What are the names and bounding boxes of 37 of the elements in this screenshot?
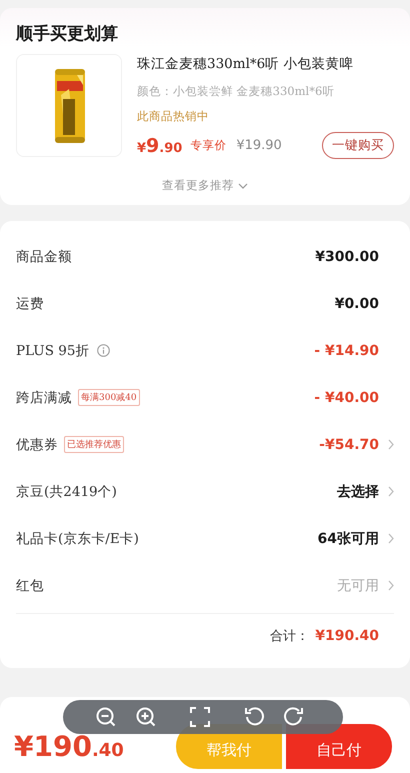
- promo-tag: 已选推荐优惠: [64, 436, 124, 453]
- total-label: 合计：: [270, 628, 310, 645]
- section-title: 顺手买更划算: [16, 23, 118, 45]
- product-spec: 颜色：小包装尝鲜 金麦穗330ml*6听: [137, 84, 336, 99]
- fee-label: 商品金额: [16, 248, 72, 266]
- fee-label: 优惠券: [16, 436, 58, 454]
- fee-value: ¥0.00: [334, 296, 379, 312]
- fee-label: 礼品卡(京东卡/E卡): [16, 530, 139, 548]
- fee-label: 京豆(共2419个): [16, 482, 117, 500]
- info-icon[interactable]: [97, 344, 110, 357]
- fullscreen-icon[interactable]: [189, 706, 211, 728]
- payable-amount: ¥190.40: [14, 730, 124, 763]
- more-recommendations-link[interactable]: 查看更多推荐: [162, 178, 234, 193]
- zoom-out-icon[interactable]: [95, 706, 117, 728]
- rotate-right-icon[interactable]: [283, 706, 305, 728]
- zoom-in-icon[interactable]: [135, 706, 157, 728]
- buy-now-button[interactable]: 一键购买: [322, 132, 394, 159]
- fee-label: 运费: [16, 294, 44, 312]
- fee-value[interactable]: 64张可用: [318, 530, 379, 548]
- chevron-down-icon: [238, 182, 248, 188]
- fee-value: - ¥40.00: [314, 390, 379, 406]
- product-name[interactable]: 珠江金麦穗330ml*6听 小包装黄啤: [137, 55, 394, 73]
- fee-value: ¥300.00: [315, 248, 379, 264]
- product-price: ¥9.90: [137, 134, 182, 156]
- promo-tag: 每满300减40: [78, 389, 140, 406]
- fee-value[interactable]: 无可用: [337, 576, 379, 594]
- fee-value[interactable]: 去选择: [337, 482, 379, 500]
- original-price: ¥19.90: [236, 138, 282, 153]
- hot-sale-label: 此商品热销中: [137, 109, 209, 124]
- total-amount: ¥190.40: [315, 628, 379, 644]
- fee-label: PLUS 95折: [16, 342, 90, 360]
- fee-value[interactable]: -¥54.70: [319, 436, 379, 452]
- fee-label: 红包: [16, 576, 44, 594]
- fee-value: - ¥14.90: [314, 342, 379, 358]
- price-tag: 专享价: [190, 138, 226, 153]
- rotate-left-icon[interactable]: [243, 706, 265, 728]
- fee-label: 跨店满减: [16, 388, 72, 406]
